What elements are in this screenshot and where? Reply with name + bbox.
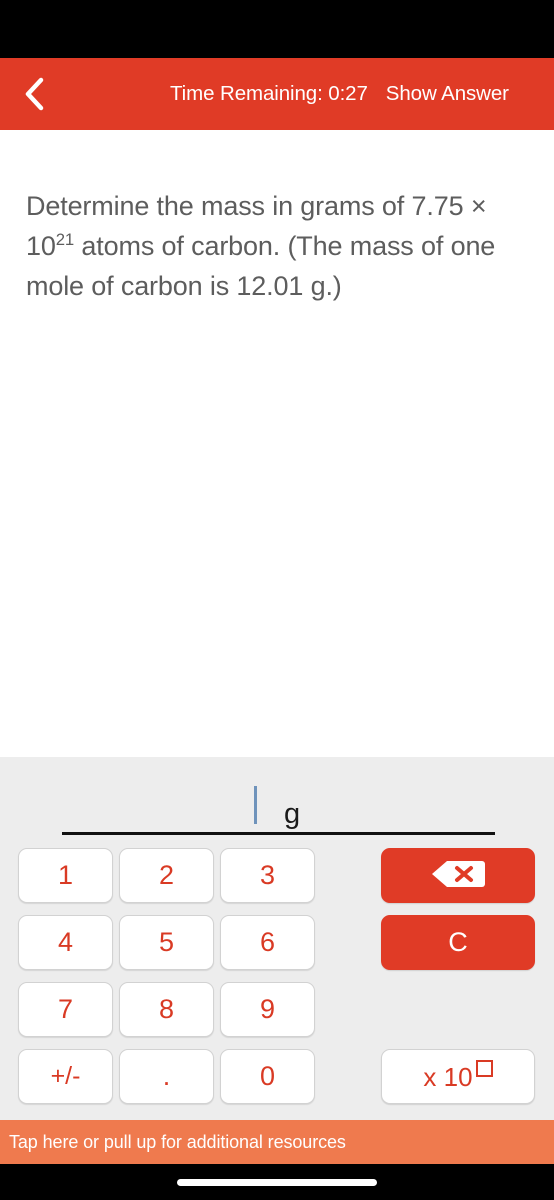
app-header: Time Remaining: 0:27 Show Answer: [0, 58, 554, 130]
key-5[interactable]: 5: [119, 915, 214, 970]
action-column: C x 10: [381, 848, 535, 1104]
answer-unit-label: g: [284, 798, 301, 830]
keypad-panel: g 1 2 3 4 5 6 7 8 9 +/- . 0 C x 10: [0, 757, 554, 1120]
additional-resources-bar[interactable]: Tap here or pull up for additional resou…: [0, 1120, 554, 1164]
text-caret: [254, 786, 257, 824]
clear-label: C: [448, 927, 468, 957]
key-6[interactable]: 6: [220, 915, 315, 970]
exponent-prefix: x 10: [423, 1061, 473, 1092]
header-center: Time Remaining: 0:27 Show Answer: [170, 82, 509, 106]
show-answer-button[interactable]: Show Answer: [386, 82, 509, 106]
timer-label: Time Remaining: 0:27: [170, 82, 368, 105]
key-8[interactable]: 8: [119, 982, 214, 1037]
key-decimal[interactable]: .: [119, 1049, 214, 1104]
clear-button[interactable]: C: [381, 915, 535, 970]
status-bar: [0, 0, 554, 58]
question-line-4: g.): [310, 271, 342, 301]
action-spacer: [381, 982, 535, 1037]
numeric-keypad: 1 2 3 4 5 6 7 8 9 +/- . 0: [18, 848, 315, 1104]
key-0[interactable]: 0: [220, 1049, 315, 1104]
exponent-placeholder-box: [475, 1059, 493, 1077]
back-button[interactable]: [12, 72, 56, 116]
additional-resources-label: Tap here or pull up for additional resou…: [9, 1131, 346, 1152]
key-7[interactable]: 7: [18, 982, 113, 1037]
backspace-button[interactable]: [381, 848, 535, 903]
exponent-label: x 10: [423, 1059, 493, 1092]
key-sign[interactable]: +/-: [18, 1049, 113, 1104]
question-exponent: 21: [55, 230, 75, 249]
exponent-button[interactable]: x 10: [381, 1049, 535, 1104]
home-area: [0, 1164, 554, 1200]
key-3[interactable]: 3: [220, 848, 315, 903]
chevron-left-icon: [23, 77, 45, 111]
question-line-2-suffix: atoms of carbon. (The: [74, 231, 343, 261]
question-line-1: Determine the mass in grams of: [26, 191, 405, 221]
question-area: Determine the mass in grams of 7.75 × 10…: [0, 130, 554, 757]
key-9[interactable]: 9: [220, 982, 315, 1037]
key-1[interactable]: 1: [18, 848, 113, 903]
key-4[interactable]: 4: [18, 915, 113, 970]
answer-input-row[interactable]: g: [62, 777, 495, 835]
app-screen: Time Remaining: 0:27 Show Answer Determi…: [0, 0, 554, 1200]
question-text: Determine the mass in grams of 7.75 × 10…: [26, 186, 526, 306]
home-indicator[interactable]: [177, 1178, 377, 1186]
key-2[interactable]: 2: [119, 848, 214, 903]
backspace-icon: [430, 859, 486, 892]
